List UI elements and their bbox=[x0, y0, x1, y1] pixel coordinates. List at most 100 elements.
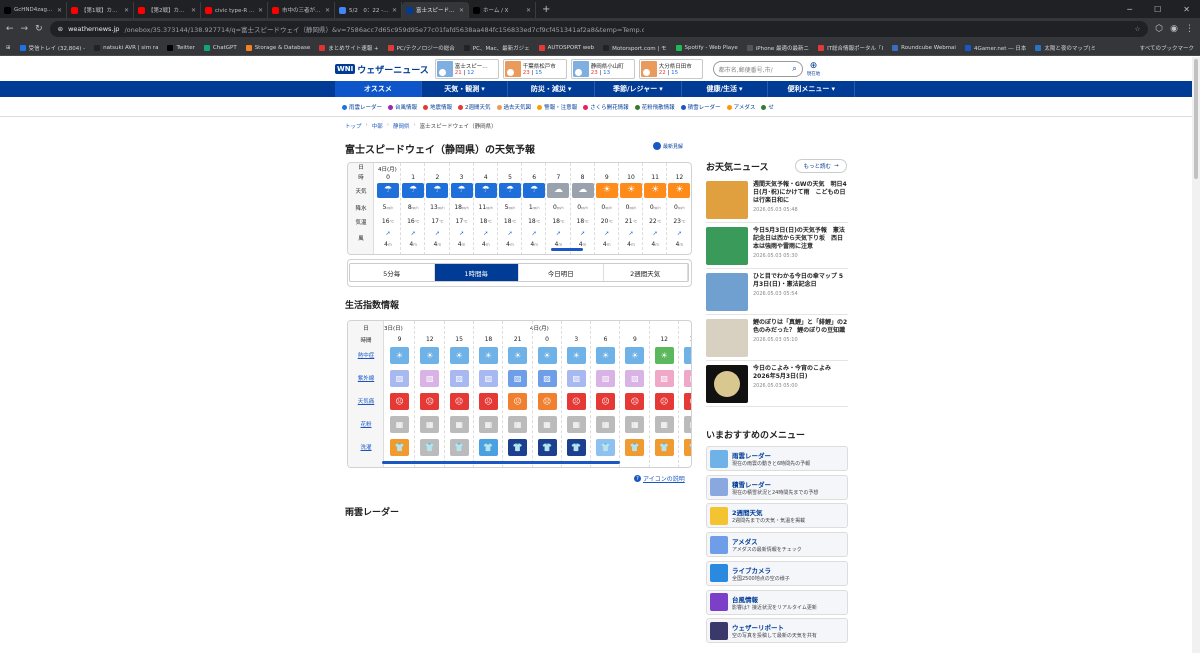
tab-close-icon[interactable]: ✕ bbox=[392, 7, 397, 14]
forecast-scroll-indicator[interactable] bbox=[551, 248, 583, 251]
subnav-item[interactable]: アメダス bbox=[726, 103, 755, 111]
news-item[interactable]: ひと目でわかる今日の傘マップ 5月3日(日)・憲法記念日 2026.05.03 0… bbox=[706, 273, 848, 315]
reload-icon[interactable]: ↻ bbox=[35, 24, 43, 34]
subnav-item[interactable]: さくら開花情報 bbox=[583, 103, 629, 111]
subnav-item[interactable]: 過去天気図 bbox=[496, 103, 531, 111]
bookmark-star-icon[interactable]: ☆ bbox=[1134, 25, 1140, 33]
nav-item[interactable]: 天気・観測 ▾ bbox=[422, 81, 509, 97]
news-item[interactable]: 今日のこよみ・今宵のこよみ 2026年5月3日(日) 2026.05.03 05:… bbox=[706, 365, 848, 407]
subnav-item[interactable]: 地震情報 bbox=[423, 103, 452, 111]
forecast-tab[interactable]: 1時間毎 bbox=[434, 264, 519, 281]
nav-item[interactable]: 便利メニュー ▾ bbox=[768, 81, 856, 97]
close-window-icon[interactable]: ✕ bbox=[1183, 5, 1190, 14]
bookmark-item[interactable]: Roundcube Webmai bbox=[892, 44, 956, 51]
bookmark-item[interactable]: iPhone 最適の最新ニ bbox=[746, 44, 809, 52]
subnav-item[interactable]: 2週間天気 bbox=[458, 103, 491, 111]
menu-item[interactable]: 2週間天気 2週間先までの天気・気温を掲載 bbox=[706, 503, 848, 529]
forecast-tab[interactable]: 今日明日 bbox=[519, 264, 604, 281]
bookmark-item[interactable]: Twitter bbox=[167, 44, 195, 51]
search-input[interactable]: 都市名,郵便番号,市/ ⌕ bbox=[712, 61, 803, 77]
index-row-link[interactable]: 花粉 bbox=[348, 420, 384, 428]
tab-close-icon[interactable]: ✕ bbox=[459, 7, 464, 14]
latest-view-button[interactable]: 最新見解 bbox=[653, 142, 683, 150]
all-bookmarks-folder[interactable]: すべてのブックマーク bbox=[1140, 44, 1194, 52]
bookmark-item[interactable]: まとめサイト速報 + bbox=[319, 44, 379, 52]
site-logo[interactable]: WNI ウェザーニュース bbox=[335, 63, 429, 76]
browser-tab[interactable]: 富士スピードウェイ（静岡県）の天✕ bbox=[402, 2, 469, 18]
browser-tab[interactable]: ホーム / X ✕ bbox=[469, 2, 536, 18]
breadcrumb-link[interactable]: 静岡県 bbox=[393, 122, 410, 130]
subnav-item[interactable]: 積雪レーダー bbox=[680, 103, 721, 111]
menu-item[interactable]: 台風情報 影響は？接近状況をリアルタイム更新 bbox=[706, 589, 848, 615]
nav-item[interactable]: 健康/生活 ▾ bbox=[682, 81, 769, 97]
bookmark-item[interactable]: PC、Mac、最新ガジェ bbox=[463, 44, 530, 52]
nav-item[interactable]: オススメ bbox=[335, 81, 422, 97]
bookmark-item[interactable]: 太陽と夜のマップ(ミ bbox=[1035, 44, 1096, 52]
browser-tab[interactable]: GcHND4zagAAXwNw (2048×1✕ bbox=[0, 2, 67, 18]
bookmark-item[interactable]: natsuki AVR | sim ra bbox=[94, 44, 158, 51]
subnav-item[interactable]: 台風情報 bbox=[388, 103, 417, 111]
back-icon[interactable]: ← bbox=[6, 24, 14, 34]
apps-icon[interactable]: ⊞ bbox=[6, 45, 11, 51]
site-info-icon[interactable]: ⊜ bbox=[58, 25, 63, 33]
bookmark-item[interactable]: Spotify - Web Playe bbox=[675, 44, 738, 51]
menu-icon[interactable]: ⋮ bbox=[1185, 24, 1194, 34]
menu-item[interactable]: ライブカメラ 全国2500地点の空の様子 bbox=[706, 560, 848, 586]
index-scroll-indicator[interactable] bbox=[382, 461, 620, 464]
bookmark-item[interactable]: 4Gamer.net ― 日本 bbox=[964, 44, 1026, 52]
favorite-city[interactable]: 静岡県小山町 23 | 13 bbox=[570, 59, 635, 79]
favorite-city[interactable]: 富士スピー… 21 | 12 bbox=[434, 59, 499, 79]
url-input[interactable]: ⊜ weathernews.jp/onebox/35.373144/138.92… bbox=[49, 21, 1149, 37]
tab-close-icon[interactable]: ✕ bbox=[258, 7, 263, 14]
bookmark-item[interactable]: ChatGPT bbox=[203, 44, 237, 51]
menu-item[interactable]: ウェザーリポート 空の写真を投稿して最新の天気を共有 bbox=[706, 618, 848, 644]
forward-icon[interactable]: → bbox=[21, 24, 29, 34]
tab-close-icon[interactable]: ✕ bbox=[57, 7, 62, 14]
browser-tab[interactable]: 5/2 0：22 - Google 検索✕ bbox=[335, 2, 402, 18]
bookmark-item[interactable]: 受信トレイ (32,804) - bbox=[19, 44, 85, 52]
extension-icon[interactable]: ⬡ bbox=[1155, 24, 1163, 34]
minimize-icon[interactable]: ─ bbox=[1127, 5, 1132, 14]
favorite-city[interactable]: 大分県日田市 22 | 15 bbox=[638, 59, 703, 79]
browser-tab[interactable]: 【第1戦】カイラード3スーパーフォーミュ✕ bbox=[67, 2, 134, 18]
subnav-item[interactable]: 警報・注意報 bbox=[537, 103, 577, 111]
browser-tab[interactable]: 【第2戦】カイラード3スーパーフォーミュ✕ bbox=[134, 2, 201, 18]
profile-icon[interactable]: ◉ bbox=[1170, 24, 1178, 34]
index-row-link[interactable]: 熱中症 bbox=[348, 351, 384, 359]
tab-close-icon[interactable]: ✕ bbox=[191, 7, 196, 14]
breadcrumb-link[interactable]: 中部 bbox=[372, 122, 383, 130]
menu-item[interactable]: アメダス アメダスの最新情報をチェック bbox=[706, 532, 848, 558]
subnav-item[interactable]: 花粉飛散情報 bbox=[634, 103, 675, 111]
bookmark-item[interactable]: IT総合情報ポータル「I bbox=[818, 44, 883, 52]
subnav-item[interactable]: 雨雲レーダー bbox=[342, 103, 382, 111]
menu-item[interactable]: 雨雲レーダー 現在の雨雲の動きと6時間先の予報 bbox=[706, 446, 848, 471]
read-more-button[interactable]: もっと読む → bbox=[795, 159, 847, 173]
new-tab-icon[interactable]: + bbox=[536, 4, 556, 18]
menu-item[interactable]: 積雪レーダー 現在の積雪状況と24時間先までの予想 bbox=[706, 474, 848, 500]
icon-help-link[interactable]: ? アイコンの説明 bbox=[634, 474, 685, 483]
current-location-button[interactable]: ⊕ 現在地 bbox=[807, 61, 821, 77]
search-icon[interactable]: ⌕ bbox=[792, 64, 796, 74]
scrollbar-thumb[interactable] bbox=[1194, 59, 1198, 179]
breadcrumb-link[interactable]: トップ bbox=[345, 122, 362, 130]
forecast-tab[interactable]: 2週間天気 bbox=[604, 264, 688, 281]
bookmark-item[interactable]: Motorsport.com | モ bbox=[603, 44, 667, 52]
tab-close-icon[interactable]: ✕ bbox=[124, 7, 129, 14]
index-row-link[interactable]: 天気痛 bbox=[348, 397, 384, 405]
index-row-link[interactable]: 紫外線 bbox=[348, 374, 384, 382]
tab-close-icon[interactable]: ✕ bbox=[325, 7, 330, 14]
favorite-city[interactable]: 千葉県松戸市 23 | 15 bbox=[502, 59, 567, 79]
news-item[interactable]: 鯉のぼりは「真鯉」と「緋鯉」の2色のみだった？ 鯉のぼりの豆知識 2026.05.… bbox=[706, 319, 848, 361]
bookmark-item[interactable]: AUTOSPORT web bbox=[538, 44, 594, 51]
bookmark-item[interactable]: Storage & Database bbox=[245, 44, 310, 51]
bookmark-item[interactable]: PC/テクノロジーの総合 bbox=[387, 44, 455, 52]
browser-tab[interactable]: 市中の三者が開幕戦の予選を制す✕ bbox=[268, 2, 335, 18]
forecast-tab[interactable]: 5分毎 bbox=[350, 264, 435, 281]
news-item[interactable]: 週間天気予報・GWの天気 明日4日(月･祝)にかけて雨 こどもの日は行楽日和に 2… bbox=[706, 181, 848, 223]
page-scrollbar[interactable] bbox=[1192, 57, 1200, 653]
index-row-link[interactable]: 洗濯 bbox=[348, 443, 384, 451]
nav-item[interactable]: 防災・減災 ▾ bbox=[508, 81, 596, 97]
hourly-forecast-table[interactable]: 日時天気 降水 気温風 4日(月) 0 ☂ 5㎜/h 16℃ ➚ 4m 1 ☂ 8㎜/h 16℃ ➚ 4m… bbox=[347, 162, 692, 255]
subnav-item[interactable]: せ bbox=[761, 103, 774, 111]
life-index-table[interactable]: 日時間 熱中症 紫外線 天気痛 花粉 洗濯 3日(日) 4日(月) 9 ☀ ▨ ☹ ▦ 👕 12 ☀ ▨ ☹… bbox=[347, 320, 692, 468]
